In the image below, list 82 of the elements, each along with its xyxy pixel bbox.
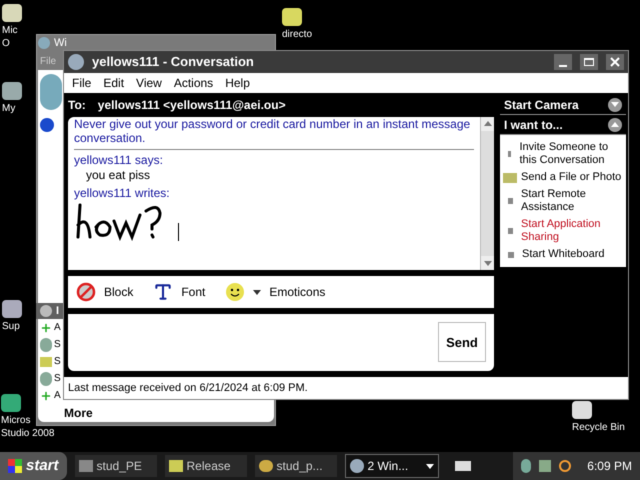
desktop-icon-label: Sup bbox=[2, 320, 20, 333]
bullet-icon bbox=[508, 252, 514, 258]
action-link[interactable]: Start Application Sharing bbox=[521, 216, 622, 246]
list-item[interactable]: A bbox=[54, 388, 61, 403]
taskbar-group-button[interactable]: 2 Win... bbox=[344, 454, 439, 478]
minimize-icon bbox=[559, 64, 567, 66]
toolbar-button[interactable]: Block bbox=[76, 282, 134, 302]
bullet-icon bbox=[508, 228, 514, 234]
desktop-shortcut-icon[interactable] bbox=[2, 300, 22, 318]
down-arrow-icon bbox=[611, 102, 619, 107]
list-item[interactable]: S bbox=[54, 337, 61, 352]
no-entry-icon bbox=[76, 282, 96, 302]
desktop-icon-label: Micros bbox=[1, 414, 30, 427]
menu-item[interactable]: Help bbox=[225, 74, 250, 92]
desktop-icon-label: directo bbox=[282, 28, 312, 41]
window-title: Wi bbox=[54, 36, 67, 50]
panel-header: Start Camera bbox=[504, 96, 579, 114]
taskbar-button[interactable]: stud_p... bbox=[254, 455, 337, 477]
text-cursor bbox=[178, 222, 179, 241]
bullet-icon bbox=[508, 198, 514, 204]
toolbar-button[interactable]: Emoticons bbox=[225, 282, 326, 302]
message-input[interactable]: Send bbox=[68, 314, 494, 371]
desktop-shortcut-icon[interactable] bbox=[572, 401, 592, 419]
menu-item[interactable]: Actions bbox=[174, 74, 214, 92]
expand-icon[interactable] bbox=[40, 305, 52, 317]
desktop-shortcut-icon[interactable] bbox=[282, 8, 302, 26]
close-icon bbox=[610, 57, 620, 67]
action-link[interactable]: Send a File or Photo bbox=[521, 169, 622, 186]
collapse-button[interactable] bbox=[608, 118, 622, 132]
list-item[interactable]: S bbox=[54, 371, 61, 386]
desktop-icon-label: Studio 2008 bbox=[1, 427, 54, 440]
scroll-down-button[interactable] bbox=[481, 256, 494, 270]
menu-item[interactable]: View bbox=[136, 74, 162, 92]
maximize-icon bbox=[584, 58, 594, 66]
toolbar-button[interactable]: Font bbox=[153, 282, 206, 302]
menu-item[interactable]: File bbox=[72, 74, 92, 92]
down-arrow-icon bbox=[484, 260, 492, 266]
plus-icon bbox=[40, 322, 52, 334]
plus-icon bbox=[40, 390, 52, 402]
list-item[interactable]: A bbox=[54, 320, 61, 335]
smiley-icon bbox=[225, 282, 246, 302]
close-button[interactable] bbox=[606, 54, 624, 70]
clock: 6:09 PM bbox=[587, 458, 632, 475]
desktop-shortcut-icon[interactable] bbox=[1, 394, 21, 412]
desktop-icon-label: My bbox=[2, 102, 16, 115]
desktop-shortcut-icon[interactable] bbox=[2, 82, 22, 100]
action-link[interactable]: Invite Someone to this Conversation bbox=[519, 139, 622, 169]
list-item[interactable]: S bbox=[54, 354, 61, 369]
windows-logo-icon bbox=[8, 459, 22, 473]
recipient-address: yellows111 <yellows111@aei.ou> bbox=[98, 96, 286, 114]
taskbar-button[interactable]: Release bbox=[164, 455, 247, 477]
to-label: To: bbox=[68, 96, 86, 114]
message-sender: yellows111 says: bbox=[74, 152, 164, 168]
action-link[interactable]: Start Whiteboard bbox=[522, 246, 605, 263]
taskbar-button[interactable]: stud_PE bbox=[74, 455, 157, 477]
dropdown-caret-icon bbox=[253, 290, 262, 295]
send-button[interactable]: Send bbox=[438, 322, 486, 362]
menu-item[interactable]: Edit bbox=[103, 74, 124, 92]
scroll-up-button[interactable] bbox=[481, 116, 494, 131]
more-link[interactable]: More bbox=[40, 404, 274, 422]
scrollbar[interactable] bbox=[480, 116, 494, 270]
status-text: Last message received on 6/21/2024 at 6:09 PM. bbox=[68, 380, 308, 396]
expand-button[interactable] bbox=[608, 98, 622, 112]
dropdown-caret-icon bbox=[426, 464, 434, 468]
up-arrow-icon bbox=[484, 121, 492, 126]
desktop-icon-label: O bbox=[2, 37, 10, 50]
safety-notice: Never give out your password or credit card number in an instant message conversation. bbox=[74, 116, 474, 150]
message-sender: yellows111 writes: bbox=[74, 184, 171, 201]
maximize-button[interactable] bbox=[580, 54, 598, 70]
font-icon bbox=[153, 282, 174, 302]
up-arrow-icon bbox=[611, 122, 619, 127]
section-title: I bbox=[56, 304, 60, 319]
minimize-button[interactable] bbox=[554, 54, 572, 70]
panel-header: I want to... bbox=[504, 116, 563, 134]
window-title: yellows111 - Conversation bbox=[92, 53, 255, 72]
message-text: you eat piss bbox=[85, 168, 152, 183]
bullet-icon bbox=[508, 151, 512, 157]
start-button[interactable]: start bbox=[0, 452, 67, 480]
desktop-icon-label: Recycle Bin bbox=[572, 421, 625, 434]
desktop-icon-label: Mic bbox=[2, 24, 18, 37]
action-link[interactable]: Start Remote Assistance bbox=[521, 186, 622, 216]
desktop-shortcut-icon[interactable] bbox=[2, 4, 22, 22]
